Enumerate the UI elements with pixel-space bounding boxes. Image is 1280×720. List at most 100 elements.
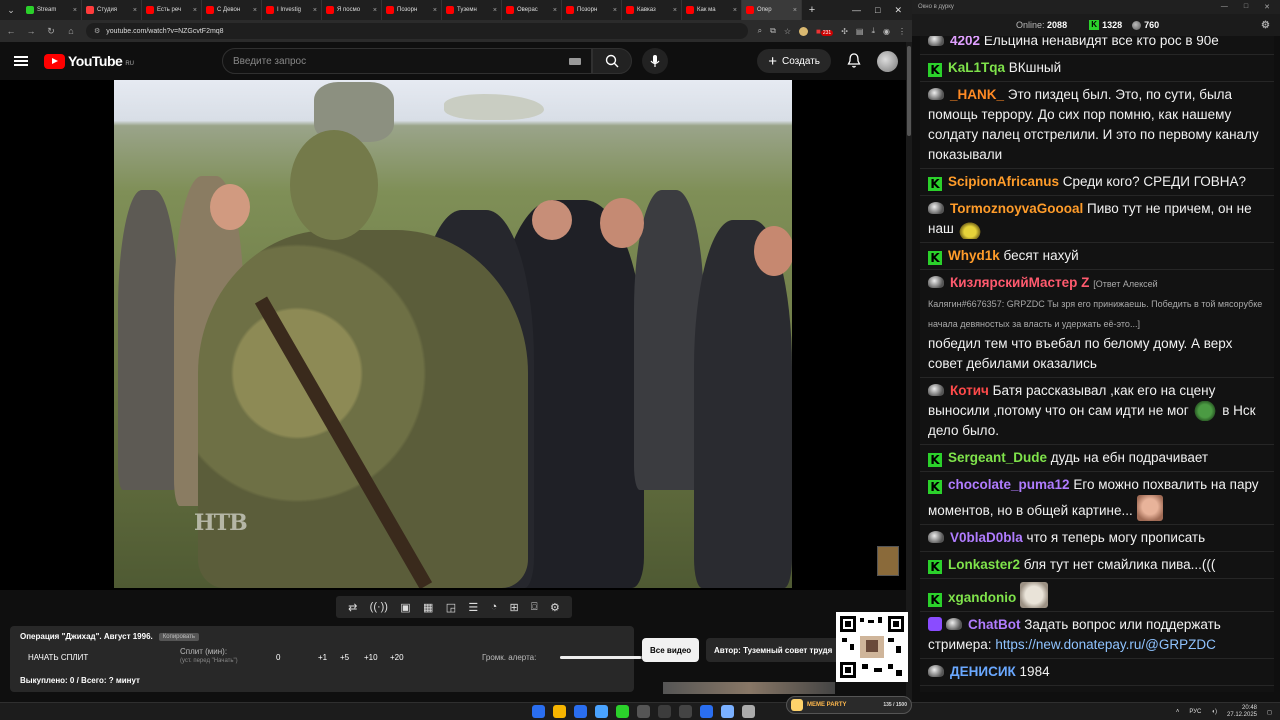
chat-nick[interactable]: ДЕНИСИК [950,664,1016,679]
page-scrollbar[interactable] [906,42,912,702]
tab-close-icon[interactable]: × [673,7,677,14]
tray-chevron-icon[interactable]: ˄ [1176,709,1180,715]
tab-close-icon[interactable]: × [793,7,797,14]
tab-close-icon[interactable]: × [733,7,737,14]
broadcast-icon[interactable]: ((·)) [370,601,388,613]
donate-link[interactable]: https://new.donatepay.ru/@GRPZDC [995,637,1216,652]
side-thumbnail[interactable] [877,546,899,576]
menu-icon[interactable]: ⋮ [898,27,906,36]
browser-tab[interactable]: Оверас × [502,0,562,20]
start-menu-icon[interactable] [532,705,545,718]
chat-nick[interactable]: ScipionAfricanus [948,174,1059,189]
browser-tab[interactable]: Туземн × [442,0,502,20]
taskbar-app-icon[interactable] [574,705,587,718]
tab-search-icon[interactable]: ⌄ [0,0,22,20]
chat-nick[interactable]: chocolate_puma12 [948,477,1070,492]
speed-icon[interactable]: ◔ [491,601,498,613]
forward-icon[interactable]: → [26,26,36,36]
chat-nick[interactable]: Sergeant_Dude [948,450,1047,465]
search-input[interactable]: Введите запрос [221,48,592,74]
tab-close-icon[interactable]: × [253,7,257,14]
notification-icon[interactable]: ◻ [1267,709,1272,716]
tab-close-icon[interactable]: × [433,7,437,14]
tab-close-icon[interactable]: × [193,7,197,14]
video-player[interactable]: НТВ [0,80,906,590]
chat-nick[interactable]: _HANK_ [950,87,1004,102]
profile-icon[interactable]: ◉ [883,27,890,36]
maximize-icon[interactable]: □ [875,5,880,16]
tab-close-icon[interactable]: × [313,7,317,14]
install-icon[interactable]: ⧉ [770,26,776,36]
youtube-logo[interactable]: YouTube RU [44,53,134,69]
chat-nick[interactable]: Котич [950,383,989,398]
browser-tab[interactable]: Кавказ × [622,0,682,20]
browser-tab[interactable]: Опер × [742,0,802,20]
settings-icon[interactable]: ⚙ [550,601,560,614]
search-button[interactable] [591,48,632,74]
browser-tab[interactable]: Студия × [82,0,142,20]
notifications-bell-icon[interactable] [845,52,863,70]
screen-icon[interactable]: ▣ [400,601,410,614]
taskbar-app-icon[interactable] [700,705,713,718]
taskbar-app-icon[interactable] [595,705,608,718]
speaker-icon[interactable]: ◖) [1211,709,1217,715]
maximize-icon[interactable]: □ [1244,3,1248,11]
create-button[interactable]: + Создать [757,49,831,73]
puzzle-icon[interactable]: ✣ [841,27,848,36]
chat-nick[interactable]: КизлярскийМастер Z [950,275,1089,290]
chat-nick[interactable]: KaL1Tqa [948,60,1005,75]
chat-nick[interactable]: ChatBot [968,617,1021,632]
plus-1-button[interactable]: +1 [318,653,327,662]
chat-nick[interactable]: TormoznoyvaGoooal [950,201,1083,216]
all-videos-button[interactable]: Все видео [642,638,700,662]
chat-nick[interactable]: V0blaD0bla [950,530,1023,545]
home-icon[interactable]: ⌂ [66,26,76,36]
download-icon[interactable]: ⤓ [871,26,875,36]
menu-icon[interactable] [14,56,28,66]
keyboard-icon[interactable] [568,57,581,65]
taskbar-app-icon[interactable] [553,705,566,718]
taskbar-app-icon[interactable] [679,705,692,718]
copy-button[interactable]: Копировать [158,632,200,641]
taskbar-app-icon[interactable] [637,705,650,718]
clapper-icon[interactable]: ▦ [423,601,433,614]
chat-nick[interactable]: Whyd1k [948,248,1000,263]
tab-close-icon[interactable]: × [373,7,377,14]
taskbar-app-icon[interactable] [658,705,671,718]
split-value[interactable]: 0 [276,653,280,662]
browser-tab[interactable]: Позорн × [562,0,622,20]
tab-close-icon[interactable]: × [613,7,617,14]
camera-icon[interactable]: ⌼ [531,601,538,614]
chat-settings-icon[interactable]: ⚙ [1261,20,1270,31]
taskbar-app-icon[interactable] [721,705,734,718]
tab-close-icon[interactable]: × [133,7,137,14]
tab-close-icon[interactable]: × [553,7,557,14]
loop-icon[interactable]: ⇄ [348,601,357,614]
taskbar-app-icon[interactable] [742,705,755,718]
start-split-button[interactable]: НАЧАТЬ СПЛИТ [28,653,88,662]
chat-nick[interactable]: 4202 [950,36,980,48]
plus-10-button[interactable]: +10 [364,653,378,662]
playlist-icon[interactable]: ☰ [468,601,478,614]
chat-message-list[interactable]: 4202 Ельцина ненавидят все кто рос в 90е… [920,36,1274,692]
minimize-icon[interactable]: — [1221,3,1228,11]
site-info-icon[interactable]: ⚙ [94,27,100,35]
bookmark-icon[interactable]: ☆ [784,27,791,36]
reload-icon[interactable]: ↻ [46,26,56,37]
language-indicator[interactable]: РУС [1189,709,1201,715]
new-tab-button[interactable]: + [802,4,822,16]
url-field[interactable]: ⚙ youtube.com/watch?v=NZGcvtF2mq8 [86,23,748,39]
browser-tab[interactable]: I Investig × [262,0,322,20]
tab-close-icon[interactable]: × [73,7,77,14]
plus-20-button[interactable]: +20 [390,653,404,662]
add-icon[interactable]: ⊞ [510,601,519,614]
minimize-icon[interactable]: — [852,5,861,16]
browser-tab[interactable]: Как ма × [682,0,742,20]
chat-nick[interactable]: xgandonio [948,590,1016,605]
browser-tab[interactable]: Я посмо × [322,0,382,20]
sidebar-icon[interactable]: ▤ [856,27,864,36]
zoom-icon[interactable]: ⌕ [758,26,762,36]
extension-dot-icon[interactable] [799,26,809,36]
browser-tab[interactable]: Stream × [22,0,82,20]
voice-search-button[interactable] [641,48,668,74]
